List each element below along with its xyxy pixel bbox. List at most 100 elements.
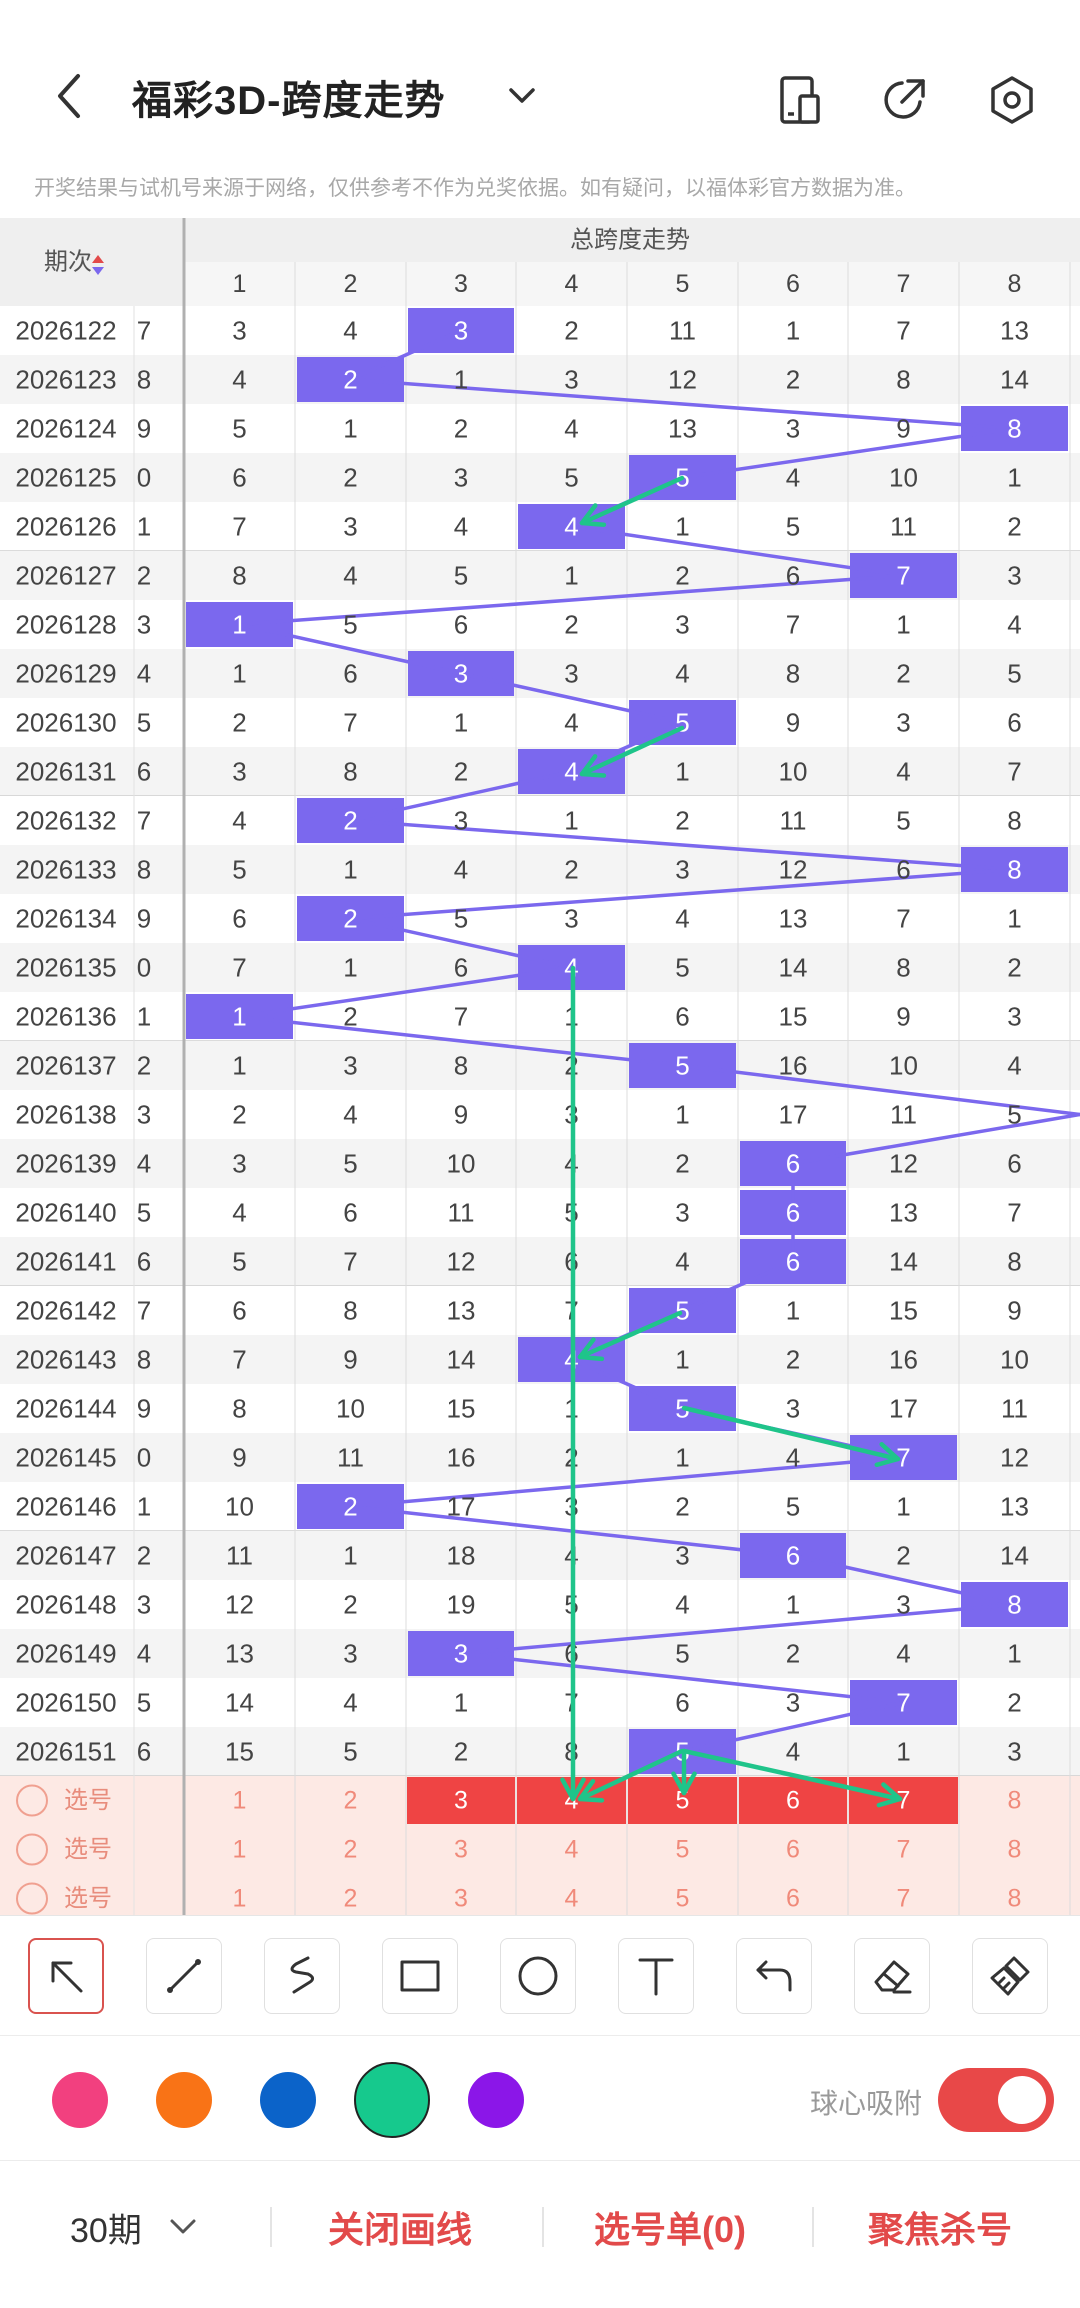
cell-number: 3 xyxy=(675,610,689,640)
digit-cell: 8 xyxy=(137,365,151,395)
chevron-down-icon[interactable] xyxy=(168,2215,198,2239)
select-number[interactable]: 2 xyxy=(344,1885,358,1913)
select-number[interactable]: 6 xyxy=(786,1836,800,1864)
cell-number: 13 xyxy=(447,1296,476,1326)
select-label[interactable]: 选号 xyxy=(64,1787,112,1814)
cell-number: 11 xyxy=(780,806,807,836)
circle-icon xyxy=(514,1952,562,2000)
digit-cell: 5 xyxy=(137,708,151,738)
share-icon[interactable] xyxy=(876,72,932,128)
cell-number: 1 xyxy=(564,806,578,836)
color-swatch[interactable] xyxy=(156,2072,212,2128)
line-tool-button[interactable] xyxy=(146,1938,222,2014)
select-label[interactable]: 选号 xyxy=(64,1885,112,1912)
cell-number: 8 xyxy=(896,953,910,983)
hit-number: 6 xyxy=(786,1198,800,1228)
close-draw-button[interactable]: 关闭画线 xyxy=(328,2201,472,2253)
select-number[interactable]: 2 xyxy=(344,1836,358,1864)
snap-toggle[interactable] xyxy=(938,2068,1054,2132)
select-list-button[interactable]: 选号单(0) xyxy=(594,2201,746,2253)
cell-number: 5 xyxy=(786,1492,800,1522)
cell-number: 3 xyxy=(454,806,468,836)
cell-number: 6 xyxy=(454,610,468,640)
select-number[interactable]: 2 xyxy=(344,1787,358,1815)
cell-number: 9 xyxy=(896,1002,910,1032)
clear-tool-button[interactable] xyxy=(972,1938,1048,2014)
cell-number: 1 xyxy=(675,512,689,542)
select-number[interactable]: 7 xyxy=(897,1885,911,1913)
table-row xyxy=(0,1384,1080,1433)
cell-number: 6 xyxy=(232,463,246,493)
digit-cell: 0 xyxy=(137,953,151,983)
cell-number: 12 xyxy=(779,855,808,885)
disclaimer-text: 开奖结果与试机号来源于网络，仅供参考不作为兑奖依据。如有疑问，以福体彩官方数据为… xyxy=(34,172,916,202)
settings-icon[interactable] xyxy=(984,72,1040,128)
period-cell: 2026129 xyxy=(15,659,116,689)
selected-number[interactable]: 3 xyxy=(454,1787,468,1815)
focus-kill-button[interactable]: 聚焦杀号 xyxy=(868,2201,1012,2253)
cell-number: 5 xyxy=(1007,1100,1021,1130)
select-number[interactable]: 8 xyxy=(1008,1836,1022,1864)
selected-number[interactable]: 6 xyxy=(786,1787,800,1815)
select-number[interactable]: 8 xyxy=(1008,1787,1022,1815)
cell-number: 9 xyxy=(786,708,800,738)
cell-number: 3 xyxy=(343,1051,357,1081)
select-number[interactable]: 3 xyxy=(454,1885,468,1913)
select-number[interactable]: 3 xyxy=(454,1836,468,1864)
select-number[interactable]: 5 xyxy=(676,1885,690,1913)
curve-tool-button[interactable] xyxy=(264,1938,340,2014)
digit-cell: 7 xyxy=(137,316,151,346)
select-number[interactable]: 1 xyxy=(233,1787,247,1815)
trend-chart[interactable]: 期次总跨度走势123456782026122720261238202612492… xyxy=(0,218,1080,1915)
select-number[interactable]: 5 xyxy=(676,1836,690,1864)
color-swatch[interactable] xyxy=(52,2072,108,2128)
select-number[interactable]: 1 xyxy=(233,1885,247,1913)
select-number[interactable]: 8 xyxy=(1008,1885,1022,1913)
select-number[interactable]: 4 xyxy=(565,1836,579,1864)
arrow-tool-button[interactable] xyxy=(28,1938,104,2014)
cell-number: 17 xyxy=(779,1100,808,1130)
cell-number: 9 xyxy=(232,1443,246,1473)
column-header-6: 6 xyxy=(786,270,800,298)
separator xyxy=(270,2207,272,2247)
cell-number: 3 xyxy=(343,512,357,542)
cell-number: 4 xyxy=(564,414,578,444)
period-selector[interactable]: 30期 xyxy=(70,2203,142,2252)
back-button[interactable] xyxy=(40,66,100,126)
select-label[interactable]: 选号 xyxy=(64,1836,112,1863)
color-swatch[interactable] xyxy=(354,2062,430,2138)
color-swatch[interactable] xyxy=(468,2072,524,2128)
select-number[interactable]: 7 xyxy=(897,1836,911,1864)
hit-number: 3 xyxy=(454,316,468,346)
cell-number: 6 xyxy=(343,1198,357,1228)
select-number[interactable]: 6 xyxy=(786,1885,800,1913)
hit-number: 2 xyxy=(343,904,357,934)
digit-cell: 7 xyxy=(137,1296,151,1326)
device-switch-icon[interactable] xyxy=(772,72,828,128)
cell-number: 17 xyxy=(889,1394,918,1424)
undo-tool-button[interactable] xyxy=(736,1938,812,2014)
cell-number: 13 xyxy=(225,1639,254,1669)
period-cell: 2026122 xyxy=(15,316,116,346)
cell-number: 1 xyxy=(675,757,689,787)
cell-number: 4 xyxy=(786,1443,800,1473)
table-row xyxy=(0,1531,1080,1580)
cell-number: 8 xyxy=(1007,1247,1021,1277)
circle-tool-button[interactable] xyxy=(500,1938,576,2014)
page-title[interactable]: 福彩3D-跨度走势 xyxy=(132,68,445,126)
cell-number: 7 xyxy=(896,904,910,934)
color-swatch[interactable] xyxy=(260,2072,316,2128)
table-row xyxy=(0,453,1080,502)
cell-number: 14 xyxy=(1000,365,1029,395)
table-row xyxy=(0,306,1080,355)
cell-number: 14 xyxy=(447,1345,476,1375)
select-number[interactable]: 1 xyxy=(233,1836,247,1864)
chevron-down-icon[interactable] xyxy=(505,78,539,112)
eraser-tool-button[interactable] xyxy=(854,1938,930,2014)
hit-number: 6 xyxy=(786,1149,800,1179)
status-bar xyxy=(0,0,1080,30)
select-number[interactable]: 4 xyxy=(565,1885,579,1913)
cell-number: 1 xyxy=(343,414,357,444)
text-tool-button[interactable] xyxy=(618,1938,694,2014)
rectangle-tool-button[interactable] xyxy=(382,1938,458,2014)
